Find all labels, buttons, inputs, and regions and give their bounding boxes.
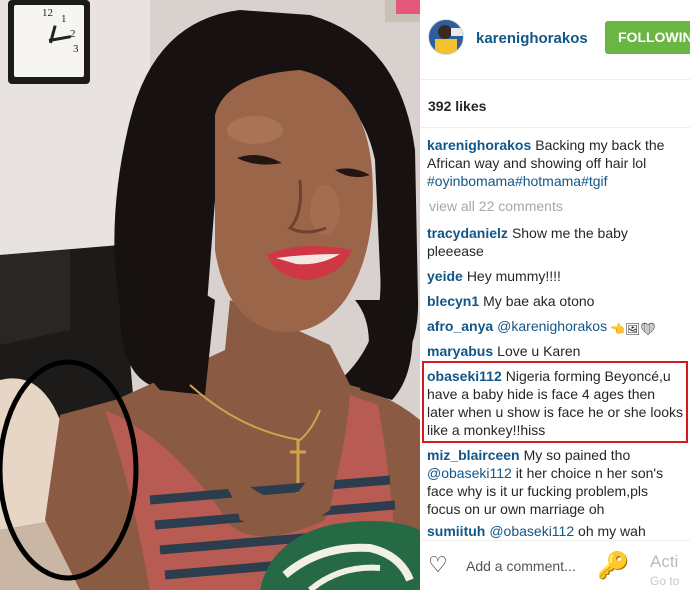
comment: sumiituh @obaseki112 oh my wah: [427, 522, 685, 540]
clock-numeral-2: 2: [70, 28, 76, 40]
highlighted-comment: obaseki112 Nigeria forming Beyoncé,u have…: [427, 367, 685, 439]
caption-hashtags[interactable]: #oyinbomama#hotmama#tgif: [427, 173, 608, 189]
clock-numeral-1: 1: [61, 13, 67, 25]
clock-numeral-12: 12: [42, 7, 53, 19]
wall-clock: 12 1 2 3: [8, 0, 90, 84]
comment: maryabus Love u Karen: [427, 342, 685, 360]
clock-numeral-3: 3: [73, 43, 79, 55]
comment: tracydanielz Show me the baby pleeease: [427, 224, 685, 260]
comment-text: My so pained tho: [523, 447, 631, 463]
comment-username[interactable]: tracydanielz: [427, 225, 508, 241]
comment: miz_blairceen My so pained tho @obaseki11…: [427, 446, 685, 518]
likes-count[interactable]: 392 likes: [428, 98, 486, 114]
post-photo: 12 1 2 3: [0, 0, 420, 590]
comment-text: oh my wah: [578, 523, 646, 539]
comment-username[interactable]: maryabus: [427, 343, 493, 359]
activate-watermark-subtitle: Go to: [650, 574, 680, 588]
divider: [420, 127, 690, 128]
comment-mention[interactable]: @obaseki112: [489, 523, 574, 539]
comment-username[interactable]: sumiituh: [427, 523, 485, 539]
key-icon: 🔑: [597, 550, 630, 580]
comment-text: Hey mummy!!!!: [466, 268, 561, 284]
view-all-comments-link[interactable]: view all 22 comments: [429, 198, 563, 214]
comment-mention[interactable]: @obaseki112: [427, 465, 512, 481]
avatar[interactable]: [428, 19, 464, 55]
comment-mention[interactable]: @karenighorakos: [497, 318, 607, 334]
post-header: karenighorakos FOLLOWING: [420, 0, 690, 80]
add-comment-input[interactable]: Add a comment...: [466, 558, 576, 574]
comment: yeide Hey mummy!!!!: [427, 267, 685, 285]
comment-username[interactable]: yeide: [427, 268, 463, 284]
instagram-post-panel: karenighorakos FOLLOWING 392 likes karen…: [420, 0, 690, 590]
caption-username[interactable]: karenighorakos: [427, 137, 531, 153]
caption: karenighorakos Backing my back the Africa…: [427, 136, 685, 190]
comment: afro_anya @karenighorakos 👈🖼❤: [427, 317, 685, 338]
post-footer: ♡ Add a comment... 🔑 Acti Go to: [420, 540, 690, 590]
heart-outline-icon[interactable]: ♡: [428, 554, 448, 576]
comment: blecyn1 My bae aka otono: [427, 292, 685, 310]
comment-username[interactable]: obaseki112: [427, 368, 502, 384]
activate-watermark-title: Acti: [650, 552, 679, 571]
comment-text: Love u Karen: [497, 343, 581, 359]
comment-username[interactable]: miz_blairceen: [427, 447, 520, 463]
post-username[interactable]: karenighorakos: [476, 30, 588, 47]
comment-emoji: 👈🖼❤: [610, 322, 656, 336]
comment-text: My bae aka otono: [483, 293, 595, 309]
following-button[interactable]: FOLLOWING: [605, 21, 690, 54]
comment-username[interactable]: afro_anya: [427, 318, 493, 334]
comment-username[interactable]: blecyn1: [427, 293, 479, 309]
